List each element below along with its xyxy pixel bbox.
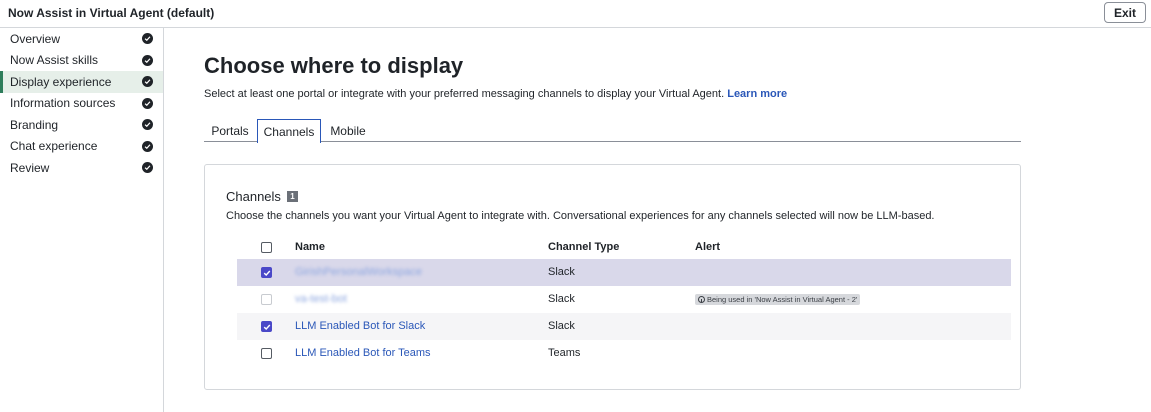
channel-type: Slack — [548, 293, 575, 305]
sidebar-item-information-sources[interactable]: Information sources — [0, 93, 163, 115]
check-circle-icon — [142, 97, 153, 109]
sidebar-item-display-experience[interactable]: Display experience — [0, 71, 163, 93]
sidebar-item-branding[interactable]: Branding — [0, 114, 163, 136]
channels-card: Channels 1 Choose the channels you want … — [204, 164, 1021, 390]
info-icon — [698, 296, 705, 303]
table-row: LLM Enabled Bot for Teams Teams — [237, 340, 1011, 367]
exit-button[interactable]: Exit — [1104, 2, 1146, 23]
check-circle-icon — [142, 76, 153, 87]
column-header-channel-type[interactable]: Channel Type — [548, 241, 619, 253]
row-checkbox[interactable] — [261, 267, 272, 278]
tab-mobile[interactable]: Mobile — [322, 119, 374, 142]
check-circle-icon — [142, 162, 153, 173]
sidebar-item-label: Branding — [10, 117, 59, 132]
channel-name-link[interactable]: GirishPersonalWorkspace — [295, 266, 422, 278]
sidebar-item-chat-experience[interactable]: Chat experience — [0, 136, 163, 158]
learn-more-link[interactable]: Learn more — [727, 88, 787, 100]
channel-type: Teams — [548, 347, 581, 359]
check-circle-icon — [142, 119, 153, 130]
alert-text: Being used in 'Now Assist in Virtual Age… — [707, 295, 858, 304]
channel-name-link[interactable]: LLM Enabled Bot for Teams — [295, 347, 431, 359]
column-header-alert[interactable]: Alert — [695, 241, 720, 253]
channels-count-badge: 1 — [286, 191, 298, 202]
channels-title: Channels — [226, 189, 281, 204]
sidebar-item-label: Review — [10, 160, 50, 175]
tab-channels[interactable]: Channels — [257, 119, 321, 143]
channel-name-link[interactable]: LLM Enabled Bot for Slack — [295, 320, 425, 332]
table-row: GirishPersonalWorkspace Slack — [237, 259, 1011, 286]
table-header-row: Name Channel Type Alert — [237, 237, 1011, 259]
sidebar-item-review[interactable]: Review — [0, 157, 163, 179]
channel-type: Slack — [548, 320, 575, 332]
alert-badge: Being used in 'Now Assist in Virtual Age… — [695, 294, 861, 305]
channel-type: Slack — [548, 266, 575, 278]
channel-name-link[interactable]: va-test-bot — [295, 293, 347, 305]
column-header-name[interactable]: Name — [295, 241, 325, 253]
sidebar-item-label: Display experience — [10, 74, 112, 89]
sidebar-item-now-assist-skills[interactable]: Now Assist skills — [0, 50, 163, 72]
row-checkbox — [261, 294, 272, 305]
table-row: va-test-bot Slack Being used in 'Now Ass… — [237, 286, 1011, 313]
row-checkbox[interactable] — [261, 348, 272, 359]
channels-description: Choose the channels you want your Virtua… — [226, 210, 935, 222]
sidebar: Overview Now Assist skills Display exper… — [0, 28, 164, 412]
table-row: LLM Enabled Bot for Slack Slack — [237, 313, 1011, 340]
check-circle-icon — [142, 54, 153, 66]
tab-bar: Portals Channels Mobile — [204, 119, 1021, 143]
subtitle-text: Select at least one portal or integrate … — [204, 88, 725, 100]
sidebar-item-overview[interactable]: Overview — [0, 28, 163, 50]
select-all-checkbox[interactable] — [261, 242, 272, 253]
page-subtitle: Select at least one portal or integrate … — [204, 88, 787, 100]
sidebar-item-label: Information sources — [10, 96, 116, 111]
sidebar-item-label: Overview — [10, 31, 61, 46]
sidebar-item-label: Chat experience — [10, 139, 98, 154]
row-checkbox[interactable] — [261, 321, 272, 332]
sidebar-item-label: Now Assist skills — [10, 53, 99, 68]
channels-section-title: Channels 1 — [226, 189, 298, 204]
check-circle-icon — [142, 140, 153, 152]
app-title: Now Assist in Virtual Agent (default) — [8, 6, 215, 20]
page-title: Choose where to display — [204, 53, 464, 78]
channels-table: Name Channel Type Alert GirishPersonalWo… — [237, 237, 1011, 367]
top-bar: Now Assist in Virtual Agent (default) Ex… — [0, 0, 1151, 28]
check-circle-icon — [142, 33, 153, 44]
tab-portals[interactable]: Portals — [204, 119, 256, 142]
